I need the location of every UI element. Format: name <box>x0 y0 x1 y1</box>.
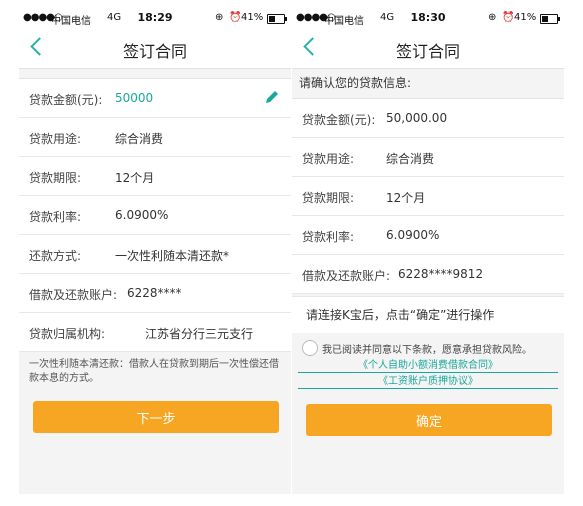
field-label: 还款方式: <box>29 249 82 263</box>
field-label: 借款及还款账户: <box>302 269 391 283</box>
left-phone-screen: ●●●●○ 中国电信 4G 18:29 ⊕ ⏰ 41% 签订合同 贷款金额(元)… <box>19 8 291 494</box>
field-account: 借款及还款账户: 6228****9812 <box>292 255 564 294</box>
rotation-lock-icon: ⊕ <box>488 12 497 23</box>
confirm-intro-text: 请确认您的贷款信息: <box>299 76 412 90</box>
agreement-text: 我已阅读并同意以下条款，愿意承担贷款风险。 <box>322 345 532 356</box>
contract-link[interactable]: 《个人自助小额消费借款合同》 <box>298 356 558 373</box>
nav-bar: 签订合同 <box>292 28 564 69</box>
status-bar: ●●●●○ 中国电信 4G 18:29 ⊕ ⏰ 41% <box>19 8 291 28</box>
field-interest-rate: 贷款利率: 6.0900% <box>19 196 291 235</box>
field-value: 综合消费 <box>386 152 435 166</box>
page-title: 签订合同 <box>122 42 187 61</box>
field-loan-term: 贷款期限: 12个月 <box>19 157 291 196</box>
field-loan-term: 贷款期限: 12个月 <box>292 177 564 216</box>
field-value: 6228**** <box>127 286 182 300</box>
field-loan-purpose: 贷款用途: 综合消费 <box>19 118 291 157</box>
alarm-icon: ⏰ <box>229 12 242 23</box>
field-value: 12个月 <box>386 191 426 205</box>
field-label: 贷款利率: <box>302 230 355 244</box>
loan-summary: 贷款金额(元): 50,000.00 贷款用途: 综合消费 贷款期限: 12个月… <box>292 98 564 294</box>
pencil-icon[interactable] <box>263 88 281 106</box>
field-loan-amount[interactable]: 贷款金额(元): 50000 <box>19 79 291 118</box>
field-value: 6.0900% <box>386 228 440 242</box>
field-institution: 贷款归属机构: 江苏省分行三元支行 <box>19 313 291 352</box>
field-label: 贷款用途: <box>302 152 355 166</box>
field-loan-purpose: 贷款用途: 综合消费 <box>292 138 564 177</box>
page-title: 签订合同 <box>395 42 460 61</box>
field-label: 贷款期限: <box>302 191 355 205</box>
field-value: 江苏省分行三元支行 <box>145 327 254 341</box>
battery-icon <box>540 14 560 24</box>
loan-form: 贷款金额(元): 50000 贷款用途: 综合消费 贷款期限: 12个月 贷款利… <box>19 78 291 352</box>
field-value: 6.0900% <box>115 208 169 222</box>
field-account: 借款及还款账户: 6228**** <box>19 274 291 313</box>
next-button[interactable]: 下一步 <box>33 401 279 433</box>
confirm-button[interactable]: 确定 <box>306 404 552 436</box>
battery-icon <box>267 14 287 24</box>
field-value: 12个月 <box>115 171 155 185</box>
loan-amount-input[interactable]: 50000 <box>115 91 153 105</box>
field-value: 50,000.00 <box>386 111 448 125</box>
pledge-agreement-link[interactable]: 《工资账户质押协议》 <box>298 372 558 389</box>
field-label: 贷款金额(元): <box>302 113 376 127</box>
alarm-icon: ⏰ <box>502 12 515 23</box>
field-label: 贷款利率: <box>29 210 82 224</box>
field-loan-amount: 贷款金额(元): 50,000.00 <box>292 99 564 138</box>
right-phone-screen: ●●●●○ 中国电信 4G 18:30 ⊕ ⏰ 41% 签订合同 请确认您的贷款… <box>292 8 564 494</box>
battery-percent: 41% <box>514 12 537 23</box>
field-interest-rate: 贷款利率: 6.0900% <box>292 216 564 255</box>
status-bar: ●●●●○ 中国电信 4G 18:30 ⊕ ⏰ 41% <box>292 8 564 28</box>
field-value: 一次性利随本清还款* <box>115 249 230 263</box>
field-label: 贷款用途: <box>29 132 82 146</box>
repayment-footnote: 一次性利随本清还款：借款人在贷款到期后一次性偿还借款本息的方式。 <box>29 359 279 384</box>
agree-checkbox[interactable] <box>302 340 318 356</box>
rotation-lock-icon: ⊕ <box>215 12 224 23</box>
field-repayment-method: 还款方式: 一次性利随本清还款* <box>19 235 291 274</box>
field-label: 贷款金额(元): <box>29 93 103 107</box>
field-label: 借款及还款账户: <box>29 288 118 302</box>
nav-bar: 签订合同 <box>19 28 291 69</box>
field-value: 综合消费 <box>115 132 164 146</box>
kbao-instruction: 请连接K宝后，点击“确定”进行操作 <box>292 296 564 333</box>
field-value: 6228****9812 <box>398 267 484 281</box>
field-label: 贷款归属机构: <box>29 327 106 341</box>
battery-percent: 41% <box>241 12 264 23</box>
field-label: 贷款期限: <box>29 171 82 185</box>
